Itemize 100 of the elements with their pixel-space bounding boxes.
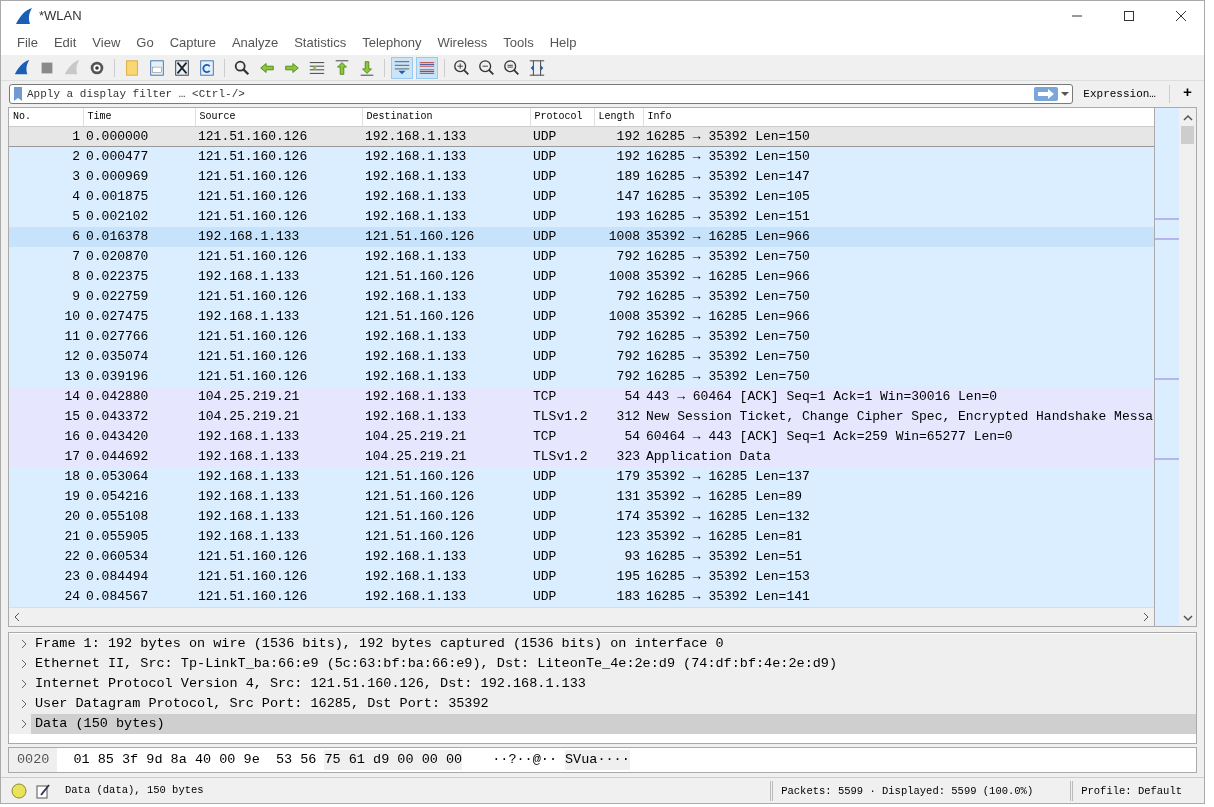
reload-file-icon	[198, 58, 216, 77]
table-cell: 121.51.160.126	[195, 186, 362, 207]
table-cell: 23	[9, 566, 83, 587]
table-cell: 0.039196	[83, 366, 195, 387]
add-filter-button[interactable]: +	[1179, 82, 1196, 106]
table-cell: 0.084494	[83, 566, 195, 587]
table-cell: 192.168.1.133	[362, 186, 530, 207]
status-field-text: Data (data), 150 bytes	[65, 782, 204, 798]
packet-row[interactable]: 15 0.043372 104.25.219.21 192.168.1.133 TLSv1.2 312 New Session Ticket, Change Cipher Spec, Encrypted Handshake Messa	[9, 406, 1154, 427]
table-cell: 16285 → 35392 Len=750	[643, 246, 1154, 267]
packet-row[interactable]: 20 0.055108 192.168.1.133 121.51.160.126 UDP 174 35392 → 16285 Len=132	[9, 506, 1154, 527]
edit-note-icon[interactable]	[35, 782, 51, 799]
packet-row[interactable]: 8 0.022375 192.168.1.133 121.51.160.126 UDP 1008 35392 → 16285 Len=966	[9, 266, 1154, 287]
packet-row[interactable]: 19 0.054216 192.168.1.133 121.51.160.126 UDP 131 35392 → 16285 Len=89	[9, 486, 1154, 507]
menu-item[interactable]: Tools	[495, 33, 542, 53]
vertical-scrollbar[interactable]	[1179, 108, 1196, 626]
column-header[interactable]: Protocol	[530, 108, 594, 126]
menu-item[interactable]: Go	[128, 33, 162, 53]
packet-row[interactable]: 6 0.016378 192.168.1.133 121.51.160.126 UDP 1008 35392 → 16285 Len=966	[9, 226, 1154, 247]
table-cell: 192.168.1.133	[195, 226, 362, 247]
ascii-text: ··?··@··	[492, 750, 557, 769]
column-header[interactable]: Time	[83, 108, 195, 126]
scroll-left-icon[interactable]	[13, 611, 21, 622]
column-header[interactable]: No.	[9, 108, 83, 126]
scroll-down-icon[interactable]	[1182, 612, 1193, 624]
packet-row[interactable]: 3 0.000969 121.51.160.126 192.168.1.133 UDP 189 16285 → 35392 Len=147	[9, 166, 1154, 187]
table-cell: 443 → 60464 [ACK] Seq=1 Ack=1 Win=30016 Len=0	[643, 386, 1154, 407]
packet-row[interactable]: 18 0.053064 192.168.1.133 121.51.160.126 UDP 179 35392 → 16285 Len=137	[9, 466, 1154, 487]
packet-row[interactable]: 12 0.035074 121.51.160.126 192.168.1.133 UDP 792 16285 → 35392 Len=750	[9, 346, 1154, 367]
menu-item[interactable]: Telephony	[354, 33, 430, 53]
menu-item[interactable]: Help	[541, 33, 585, 53]
packet-row[interactable]: 24 0.084567 121.51.160.126 192.168.1.133 UDP 183 16285 → 35392 Len=141	[9, 586, 1154, 607]
table-cell: 35392 → 16285 Len=966	[643, 226, 1154, 247]
menu-item[interactable]: Wireless	[429, 33, 496, 53]
column-header[interactable]: Destination	[362, 108, 530, 126]
table-cell: 0.054216	[83, 486, 195, 507]
menu-item[interactable]: View	[84, 33, 129, 53]
packet-row[interactable]: 10 0.027475 192.168.1.133 121.51.160.126 UDP 1008 35392 → 16285 Len=966	[9, 306, 1154, 327]
packet-row[interactable]: 14 0.042880 104.25.219.21 192.168.1.133 TCP 54 443 → 60464 [ACK] Seq=1 Ack=1 Win=30016 Len=0	[9, 386, 1154, 407]
table-cell: 192.168.1.133	[362, 326, 530, 347]
table-cell: 121.51.160.126	[362, 526, 530, 547]
packet-row[interactable]: 11 0.027766 121.51.160.126 192.168.1.133 UDP 792 16285 → 35392 Len=750	[9, 326, 1154, 347]
ascii-text-highlighted: SVua····	[565, 749, 630, 771]
table-cell: 121.51.160.126	[362, 266, 530, 287]
up-arrow-icon	[333, 58, 351, 77]
column-header[interactable]: Length	[594, 108, 643, 126]
table-cell: UDP	[530, 586, 594, 607]
packet-row[interactable]: 9 0.022759 121.51.160.126 192.168.1.133 UDP 792 16285 → 35392 Len=750	[9, 286, 1154, 307]
table-cell: 312	[594, 406, 643, 427]
packet-row[interactable]: 13 0.039196 121.51.160.126 192.168.1.133 UDP 792 16285 → 35392 Len=750	[9, 366, 1154, 387]
menu-item[interactable]: Analyze	[223, 33, 287, 53]
menu-item[interactable]: Statistics	[286, 33, 355, 53]
table-cell: 18	[9, 466, 83, 487]
table-cell: 189	[594, 166, 643, 187]
table-cell: UDP	[530, 186, 594, 207]
table-cell: 121.51.160.126	[195, 146, 362, 167]
hex-bytes-highlighted: 75 61 d9 00 00 00	[324, 749, 463, 771]
table-cell: 0.043420	[83, 426, 195, 447]
table-cell: 0.002102	[83, 206, 195, 227]
expression-button[interactable]: Expression…	[1079, 85, 1160, 103]
table-cell: 5	[9, 206, 83, 227]
menu-item[interactable]: Edit	[45, 33, 85, 53]
folder-icon	[123, 58, 141, 77]
tree-item[interactable]: Data (150 bytes)	[31, 714, 1196, 734]
table-cell: 16285 → 35392 Len=150	[643, 146, 1154, 167]
packet-row[interactable]: 5 0.002102 121.51.160.126 192.168.1.133 UDP 193 16285 → 35392 Len=151	[9, 206, 1154, 227]
table-cell: 0.001875	[83, 186, 195, 207]
table-cell: 192.168.1.133	[362, 206, 530, 227]
packet-row[interactable]: 22 0.060534 121.51.160.126 192.168.1.133 UDP 93 16285 → 35392 Len=51	[9, 546, 1154, 567]
table-cell: 121.51.160.126	[362, 506, 530, 527]
column-header[interactable]: Source	[195, 108, 362, 126]
table-cell: 192.168.1.133	[362, 386, 530, 407]
table-cell: 104.25.219.21	[195, 386, 362, 407]
packet-row[interactable]: 16 0.043420 192.168.1.133 104.25.219.21 TCP 54 60464 → 443 [ACK] Seq=1 Ack=259 Win=65277 Len=0	[9, 426, 1154, 447]
menu-item[interactable]: Capture	[161, 33, 224, 53]
packet-row[interactable]: 23 0.084494 121.51.160.126 192.168.1.133 UDP 195 16285 → 35392 Len=153	[9, 566, 1154, 587]
packet-row[interactable]: 21 0.055905 192.168.1.133 121.51.160.126 UDP 123 35392 → 16285 Len=81	[9, 526, 1154, 547]
horizontal-scrollbar[interactable]	[9, 606, 1154, 626]
table-cell: 121.51.160.126	[362, 226, 530, 247]
scroll-right-icon[interactable]	[1142, 611, 1150, 622]
table-cell: 192	[594, 126, 643, 147]
table-cell: UDP	[530, 326, 594, 347]
menu-item[interactable]: File	[9, 33, 46, 53]
table-cell: 121.51.160.126	[195, 246, 362, 267]
packet-row[interactable]: 1 0.000000 121.51.160.126 192.168.1.133 UDP 192 16285 → 35392 Len=150	[9, 126, 1154, 147]
packet-row[interactable]: 4 0.001875 121.51.160.126 192.168.1.133 UDP 147 16285 → 35392 Len=105	[9, 186, 1154, 207]
packet-row[interactable]: 17 0.044692 192.168.1.133 104.25.219.21 TLSv1.2 323 Application Data	[9, 446, 1154, 467]
maximize-icon	[1124, 11, 1134, 21]
table-cell: 35392 → 16285 Len=89	[643, 486, 1154, 507]
packet-count-text: Packets: 5599 · Displayed: 5599 (100.0%)	[770, 780, 1071, 801]
table-cell: 323	[594, 446, 643, 467]
table-cell: 121.51.160.126	[362, 306, 530, 327]
table-cell: 0.035074	[83, 346, 195, 367]
packet-row[interactable]: 2 0.000477 121.51.160.126 192.168.1.133 UDP 192 16285 → 35392 Len=150	[9, 146, 1154, 167]
packet-row[interactable]: 7 0.020870 121.51.160.126 192.168.1.133 UDP 792 16285 → 35392 Len=750	[9, 246, 1154, 267]
scroll-thumb[interactable]	[1181, 126, 1194, 144]
table-cell: 16285 → 35392 Len=51	[643, 546, 1154, 567]
profile-text[interactable]: Profile: Default	[1070, 780, 1190, 801]
table-cell: 121.51.160.126	[362, 466, 530, 487]
column-header[interactable]: Info	[643, 108, 1154, 126]
